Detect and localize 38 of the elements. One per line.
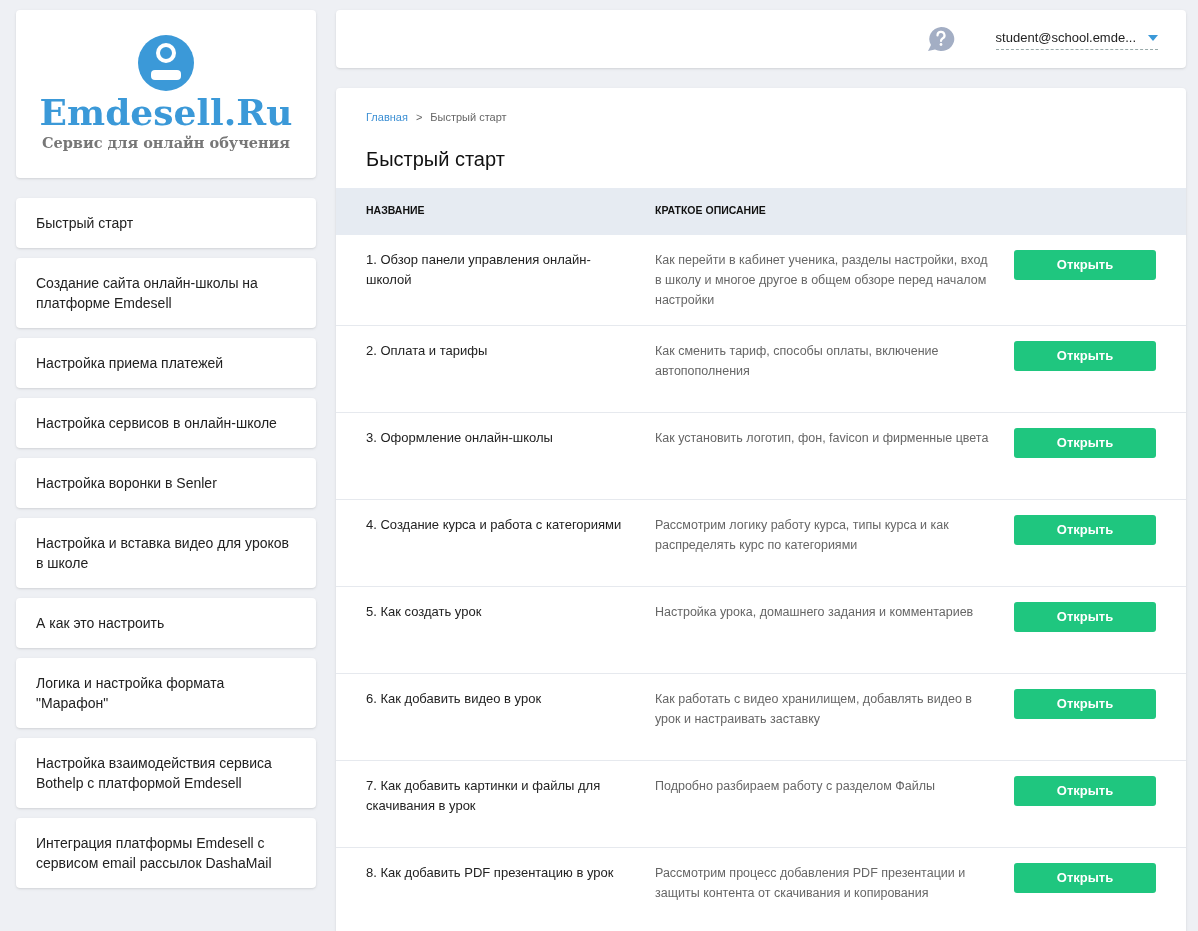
table-cell-text: 1. Обзор панели управления онлайн-школой xyxy=(366,250,592,289)
table-cell-text: 8. Как добавить PDF презентацию в урок xyxy=(366,863,615,882)
table-cell-text: Как перейти в кабинет ученика, разделы настройки, вход в школу и многое другое в общем обзоре перед началом настройки xyxy=(655,251,989,309)
table-cell-text: 7. Как добавить картинки и файлы для скачивания в урок xyxy=(366,776,602,815)
sidebar-item[interactable]: Интеграция платформы Emdesell с сервисом email рассылок DashaMail xyxy=(16,818,316,888)
table-cell-text: 4. Создание курса и работа с категориями xyxy=(366,515,623,534)
table-cell-text: Рассмотрим логику работу курса, типы курса и как распределять курс по категориями xyxy=(655,516,950,554)
table-cell-text: Настройка урока, домашнего задания и комментариев xyxy=(655,603,975,621)
logo-person-icon xyxy=(137,34,195,93)
column-header: НАЗВАНИЕ xyxy=(366,203,426,219)
sidebar-item[interactable]: Настройка сервисов в онлайн-школе xyxy=(16,398,316,448)
help-icon[interactable] xyxy=(925,25,956,53)
sidebar-item[interactable]: Настройка воронки в Senler xyxy=(16,458,316,508)
table-cell-text: 3. Оформление онлайн-школы xyxy=(366,428,554,447)
table-cell-text: 6. Как добавить видео в урок xyxy=(366,689,543,708)
table-cell-text: Как работать с видео хранилищем, добавлять видео в урок и настраивать заставку xyxy=(655,690,973,728)
breadcrumb-separator: > xyxy=(415,110,423,125)
sidebar-item[interactable]: Быстрый старт xyxy=(16,198,316,248)
page-title: Быстрый старт xyxy=(365,146,506,172)
sidebar-item[interactable]: Логика и настройка формата "Марафон" xyxy=(16,658,316,728)
sidebar-item[interactable]: Настройка приема платежей xyxy=(16,338,316,388)
column-header: КРАТКОЕ ОПИСАНИЕ xyxy=(655,203,766,219)
table-cell-text: Подробно разбираем работу с разделом Файлы xyxy=(655,777,937,795)
sidebar-item[interactable]: Настройка и вставка видео для уроков в школе xyxy=(16,518,316,588)
table-cell-text: Рассмотрим процесс добавления PDF презентации и защиты контента от скачивания и копирования xyxy=(655,864,967,902)
caret-icon xyxy=(1148,35,1158,41)
sidebar-item[interactable]: Создание сайта онлайн-школы на платформе Emdesell xyxy=(16,258,316,328)
sidebar-item[interactable]: А как это настроить xyxy=(16,598,316,648)
logo-subtitle: Сервис для онлайн обучения xyxy=(41,133,291,154)
breadcrumb-current: Быстрый старт xyxy=(430,110,507,125)
table-cell-text: Как установить логотип, фон, favicon и фирменные цвета xyxy=(655,429,990,447)
logo-title: Emdesell.Ru xyxy=(39,92,293,133)
table-cell-text: 5. Как создать урок xyxy=(366,602,483,621)
breadcrumb-link[interactable]: Главная xyxy=(366,109,408,126)
table-cell-text: 2. Оплата и тарифы xyxy=(366,341,489,360)
table-cell-text: Как сменить тариф, способы оплаты, включение автопополнения xyxy=(655,342,940,380)
user-menu[interactable]: student@school.emde... xyxy=(995,28,1158,50)
sidebar-item[interactable]: Настройка взаимодействия сервиса Bothelp с платформой Emdesell xyxy=(16,738,316,808)
